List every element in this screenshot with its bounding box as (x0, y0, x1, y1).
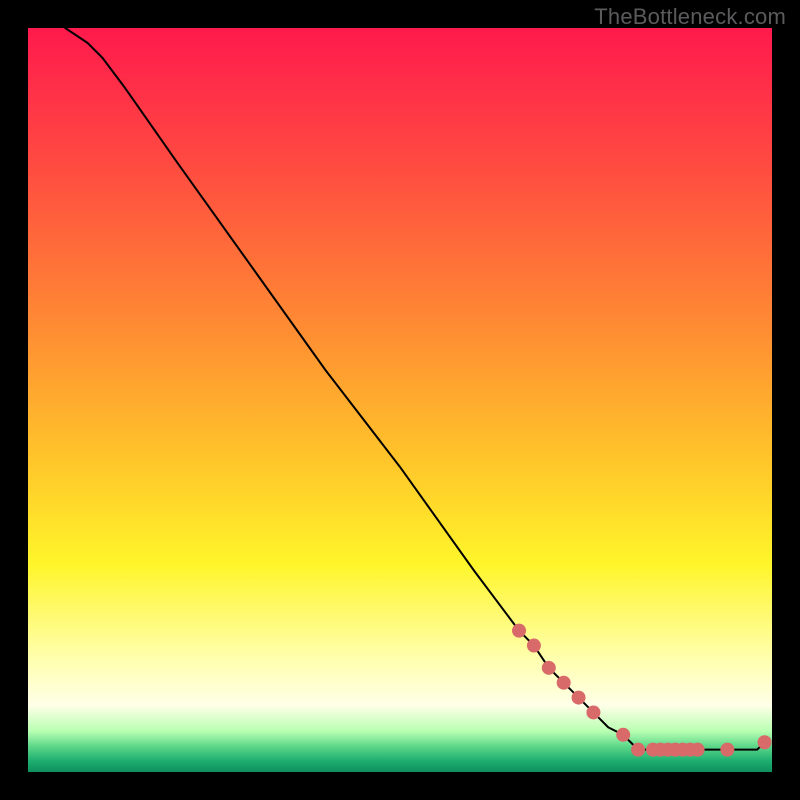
series-marker (691, 743, 705, 757)
chart-container: TheBottleneck.com (0, 0, 800, 800)
series-marker (616, 728, 630, 742)
watermark-text: TheBottleneck.com (594, 4, 786, 30)
series-marker (512, 624, 526, 638)
series-marker (542, 661, 556, 675)
series-marker (720, 743, 734, 757)
series-marker (557, 676, 571, 690)
plot-background (28, 28, 772, 772)
series-marker (572, 691, 586, 705)
chart-svg (0, 0, 800, 800)
series-marker (758, 735, 772, 749)
series-marker (631, 743, 645, 757)
series-marker (586, 705, 600, 719)
series-marker (527, 639, 541, 653)
